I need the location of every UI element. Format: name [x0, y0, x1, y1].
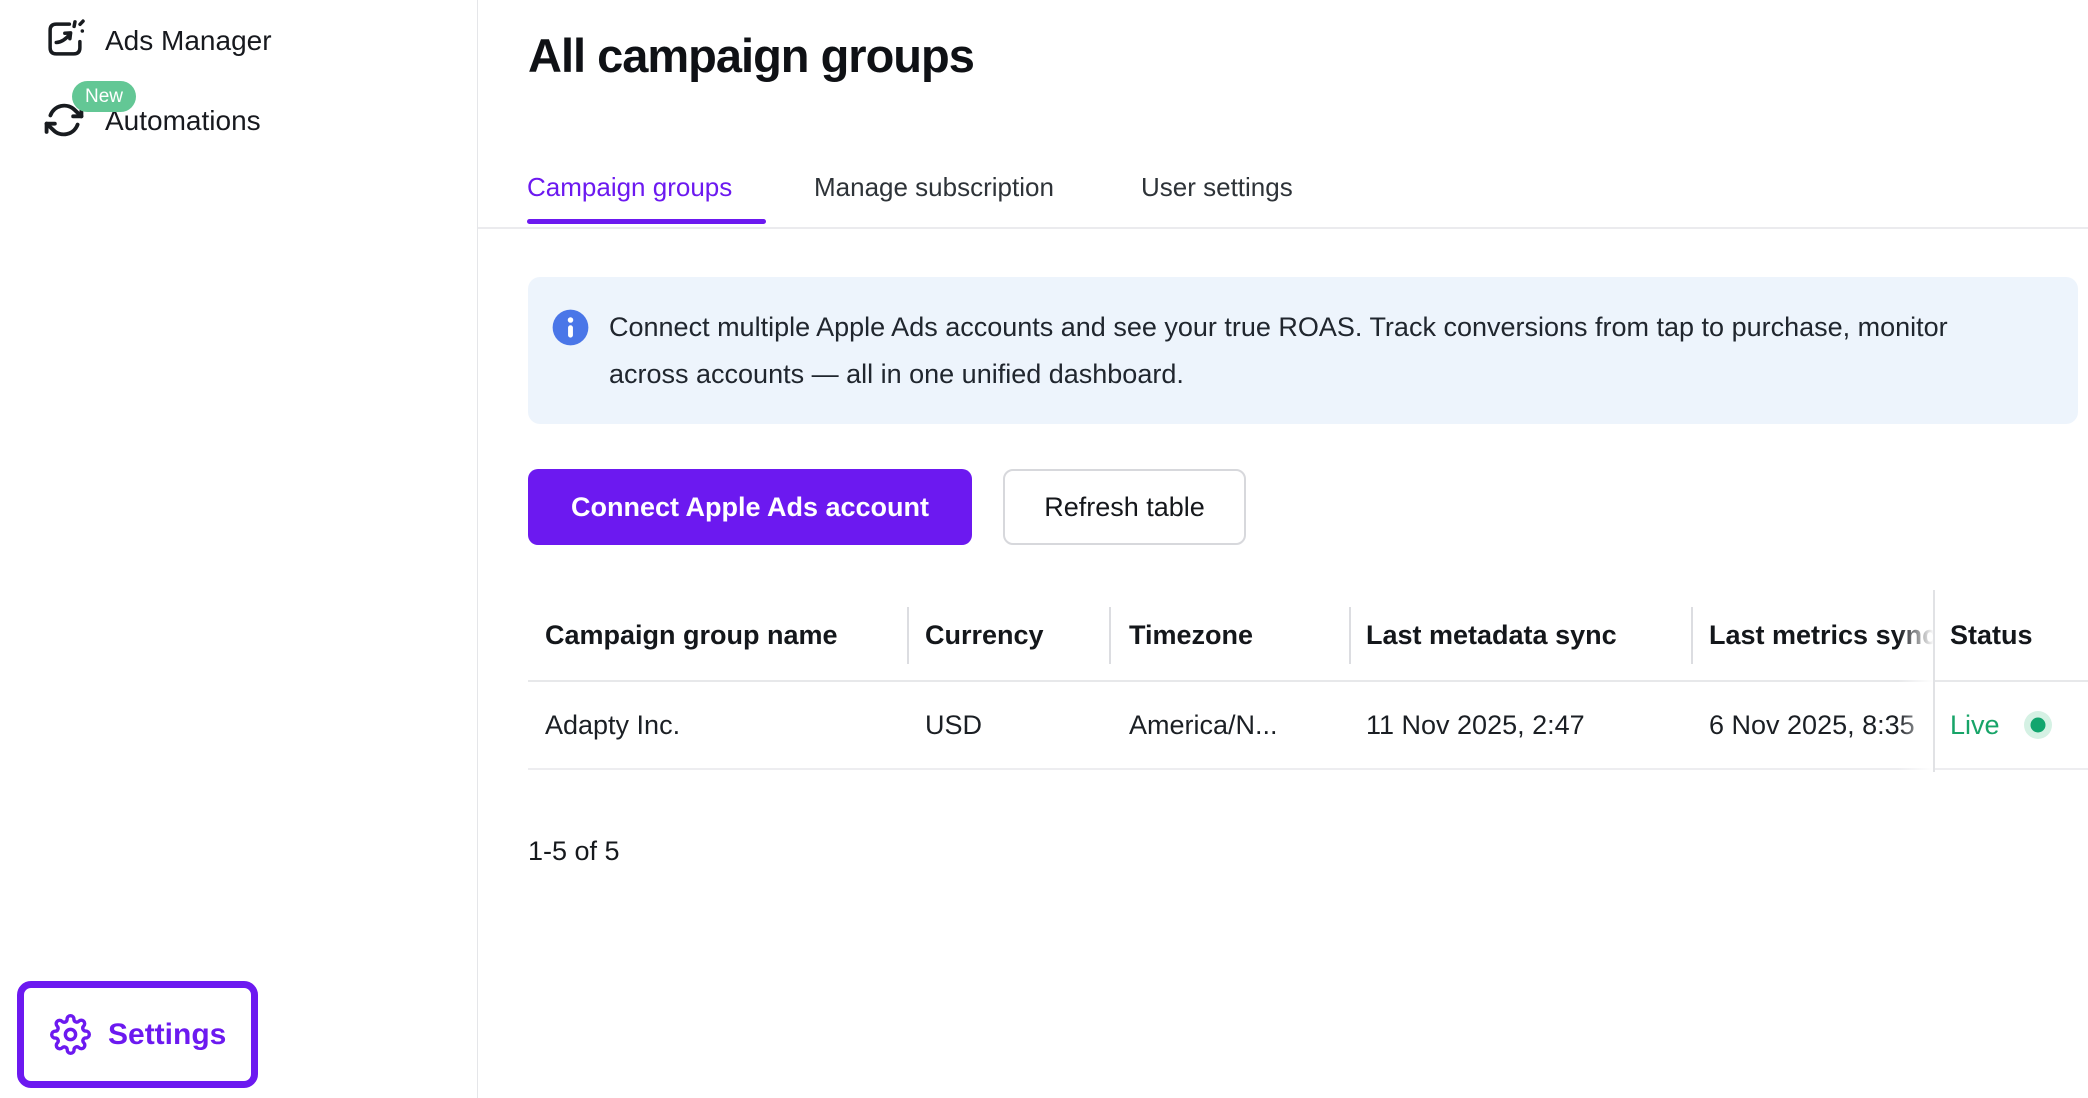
new-badge: New	[72, 81, 136, 112]
column-header-timezone[interactable]: Timezone	[1109, 590, 1349, 680]
banner-text: Connect multiple Apple Ads accounts and …	[609, 304, 1948, 398]
status-pinned-column: Status Live	[1933, 590, 2088, 772]
live-status-dot-icon	[2023, 710, 2053, 740]
refresh-table-button[interactable]: Refresh table	[1003, 469, 1246, 545]
sidebar-item-ads-manager[interactable]: Ads Manager	[0, 10, 478, 72]
column-header-currency[interactable]: Currency	[907, 590, 1109, 680]
gear-icon	[50, 1014, 91, 1055]
sidebar: Ads Manager New Automations Se	[0, 0, 478, 1098]
sidebar-item-automations[interactable]: New Automations	[0, 80, 478, 150]
banner-line-1: Connect multiple Apple Ads accounts and …	[609, 304, 1948, 351]
column-header-name[interactable]: Campaign group name	[528, 590, 907, 680]
table-row[interactable]: Adapty Inc. USD America/N... 11 Nov 2025…	[528, 682, 2088, 770]
banner-line-2: across accounts — all in one unified das…	[609, 351, 1948, 398]
cell-campaign-group-name[interactable]: Adapty Inc.	[528, 682, 907, 768]
page-title: All campaign groups	[528, 28, 974, 83]
cell-timezone: America/N...	[1109, 682, 1349, 768]
main-content: All campaign groups Campaign groups Mana…	[478, 0, 2088, 1098]
sidebar-item-label: Ads Manager	[105, 24, 272, 58]
pagination-label: 1-5 of 5	[528, 836, 620, 867]
active-tab-underline	[527, 219, 766, 224]
tabs-divider	[478, 227, 2088, 229]
info-icon	[551, 308, 590, 347]
cell-status: Live	[1935, 682, 2088, 770]
settings-label: Settings	[108, 1018, 226, 1052]
app-root: Ads Manager New Automations Se	[0, 0, 2088, 1098]
column-header-last-metadata-sync[interactable]: Last metadata sync	[1349, 590, 1691, 680]
campaign-groups-table: Campaign group name Currency Timezone La…	[528, 590, 2088, 772]
info-banner: Connect multiple Apple Ads accounts and …	[528, 277, 2078, 424]
settings-button[interactable]: Settings	[17, 981, 258, 1088]
table-header-row: Campaign group name Currency Timezone La…	[528, 590, 2088, 682]
tab-campaign-groups[interactable]: Campaign groups	[527, 172, 732, 203]
cell-last-metadata-sync: 11 Nov 2025, 2:47	[1349, 682, 1691, 768]
tab-bar: Campaign groups Manage subscription User…	[478, 168, 2088, 228]
connect-apple-ads-button[interactable]: Connect Apple Ads account	[528, 469, 972, 545]
tab-user-settings[interactable]: User settings	[1141, 172, 1293, 203]
ads-manager-icon	[44, 18, 86, 60]
tab-manage-subscription[interactable]: Manage subscription	[814, 172, 1054, 203]
cell-currency: USD	[907, 682, 1109, 768]
column-header-status[interactable]: Status	[1935, 590, 2088, 682]
status-badge: Live	[1950, 710, 2000, 741]
